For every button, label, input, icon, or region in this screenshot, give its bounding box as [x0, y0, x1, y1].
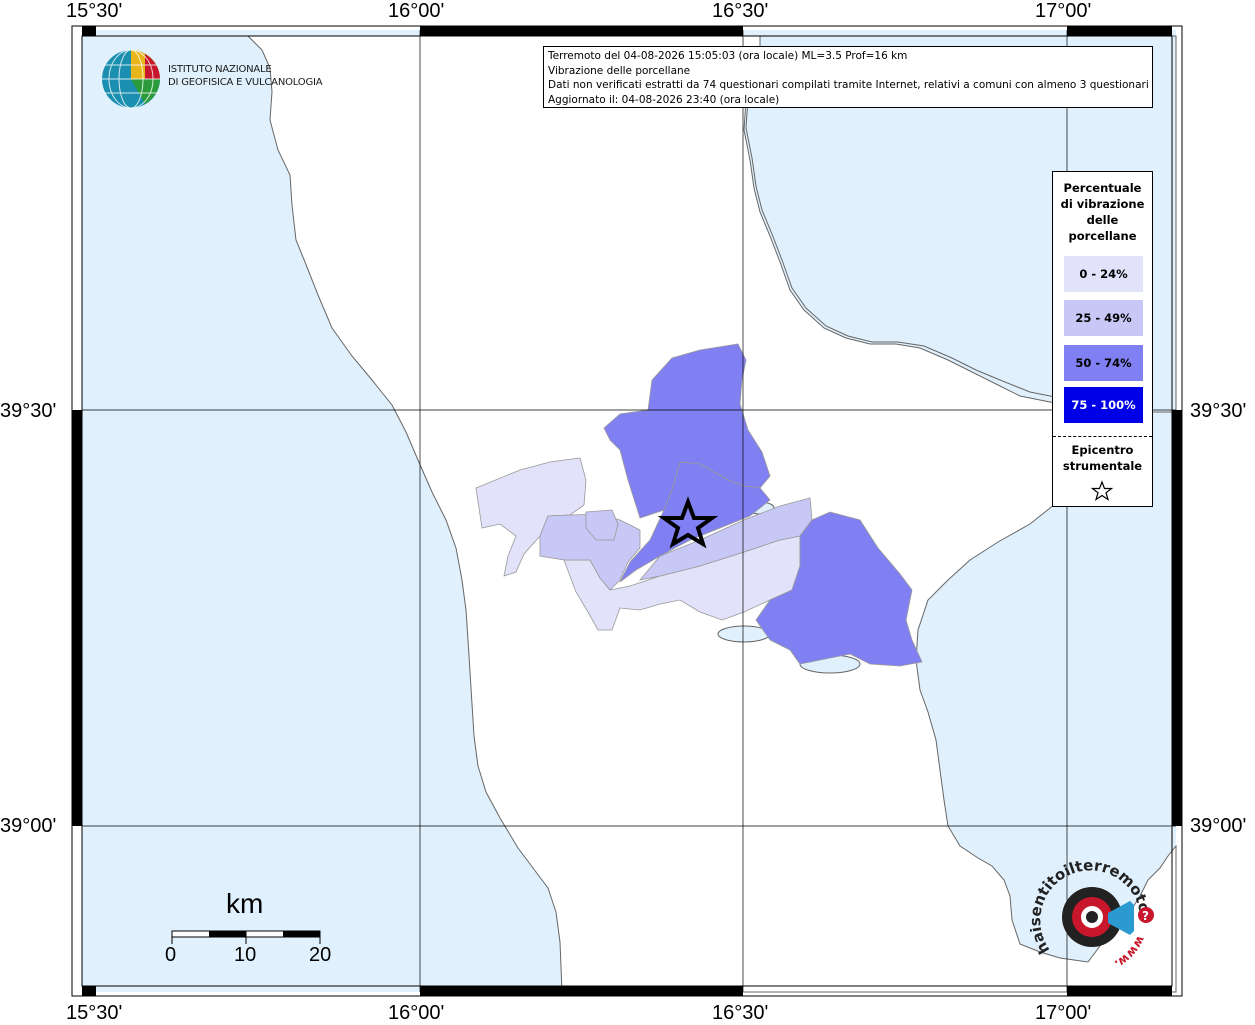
lon-label-bottom-2: 16°00' [388, 1002, 445, 1024]
lon-label-bottom-4: 17°00' [1035, 1002, 1092, 1024]
hai-logo-www: www. [1112, 934, 1148, 972]
lon-label-top-2: 16°00' [388, 0, 445, 22]
lon-label-top-3: 16°30' [712, 0, 769, 22]
legend-title-line: delle [1086, 213, 1119, 227]
lon-label-bottom-3: 16°30' [712, 1002, 769, 1024]
legend-star-icon [1091, 480, 1113, 501]
legend-class-75-100: 75 - 100% [1064, 387, 1143, 423]
event-note: Dati non verificati estratti da 74 quest… [548, 79, 1148, 91]
event-info-box: Terremoto del 04-08-2026 15:05:03 (ora l… [543, 46, 1153, 108]
scale-tick-0: 0 [165, 944, 177, 966]
event-subtitle: Vibrazione delle porcellane [548, 64, 691, 77]
legend-class-0-24: 0 - 24% [1064, 256, 1143, 292]
ingv-logo-text: ISTITUTO NAZIONALE DI GEOFISICA E VULCAN… [168, 63, 323, 89]
legend-separator [1053, 436, 1152, 437]
legend-epicenter-line: strumentale [1062, 459, 1143, 473]
scale-tick-10: 10 [234, 944, 257, 966]
lat-label-left-1: 39°30' [0, 400, 57, 422]
event-title: Terremoto del 04-08-2026 15:05:03 (ora l… [548, 50, 908, 62]
lon-label-top-1: 15°30' [66, 0, 123, 22]
lon-label-top-4: 17°00' [1035, 0, 1092, 22]
lon-label-bottom-1: 15°30' [66, 1002, 123, 1024]
lat-label-right-1: 39°30' [1190, 400, 1247, 422]
legend: Percentuale di vibrazione delle porcella… [1052, 171, 1153, 507]
hai-sentito-logo-icon: haisentitoilterremoto.it www. ? [1030, 855, 1154, 972]
ingv-line1: ISTITUTO NAZIONALE [168, 64, 272, 75]
legend-class-25-49: 25 - 49% [1064, 300, 1143, 336]
legend-epicenter-line: Epicentro [1071, 443, 1134, 457]
legend-epicenter-label: Epicentro strumentale [1053, 442, 1152, 474]
legend-class-50-74: 50 - 74% [1064, 345, 1143, 381]
legend-title-line: di vibrazione [1060, 197, 1145, 211]
svg-text:www.: www. [1112, 934, 1148, 972]
event-updated: Aggiornato il: 04-08-2026 23:40 (ora loc… [548, 93, 780, 106]
lat-label-right-2: 39°00' [1190, 815, 1247, 837]
ingv-logo-icon [102, 49, 160, 109]
scale-unit: km [226, 888, 264, 919]
legend-title: Percentuale di vibrazione delle porcella… [1053, 180, 1152, 244]
legend-title-line: Percentuale [1063, 181, 1142, 195]
scale-tick-20: 20 [309, 944, 332, 966]
legend-title-line: porcellane [1068, 229, 1137, 243]
ingv-line2: DI GEOFISICA E VULCANOLOGIA [168, 77, 323, 88]
lat-label-left-2: 39°00' [0, 815, 57, 837]
svg-text:?: ? [1142, 909, 1149, 923]
